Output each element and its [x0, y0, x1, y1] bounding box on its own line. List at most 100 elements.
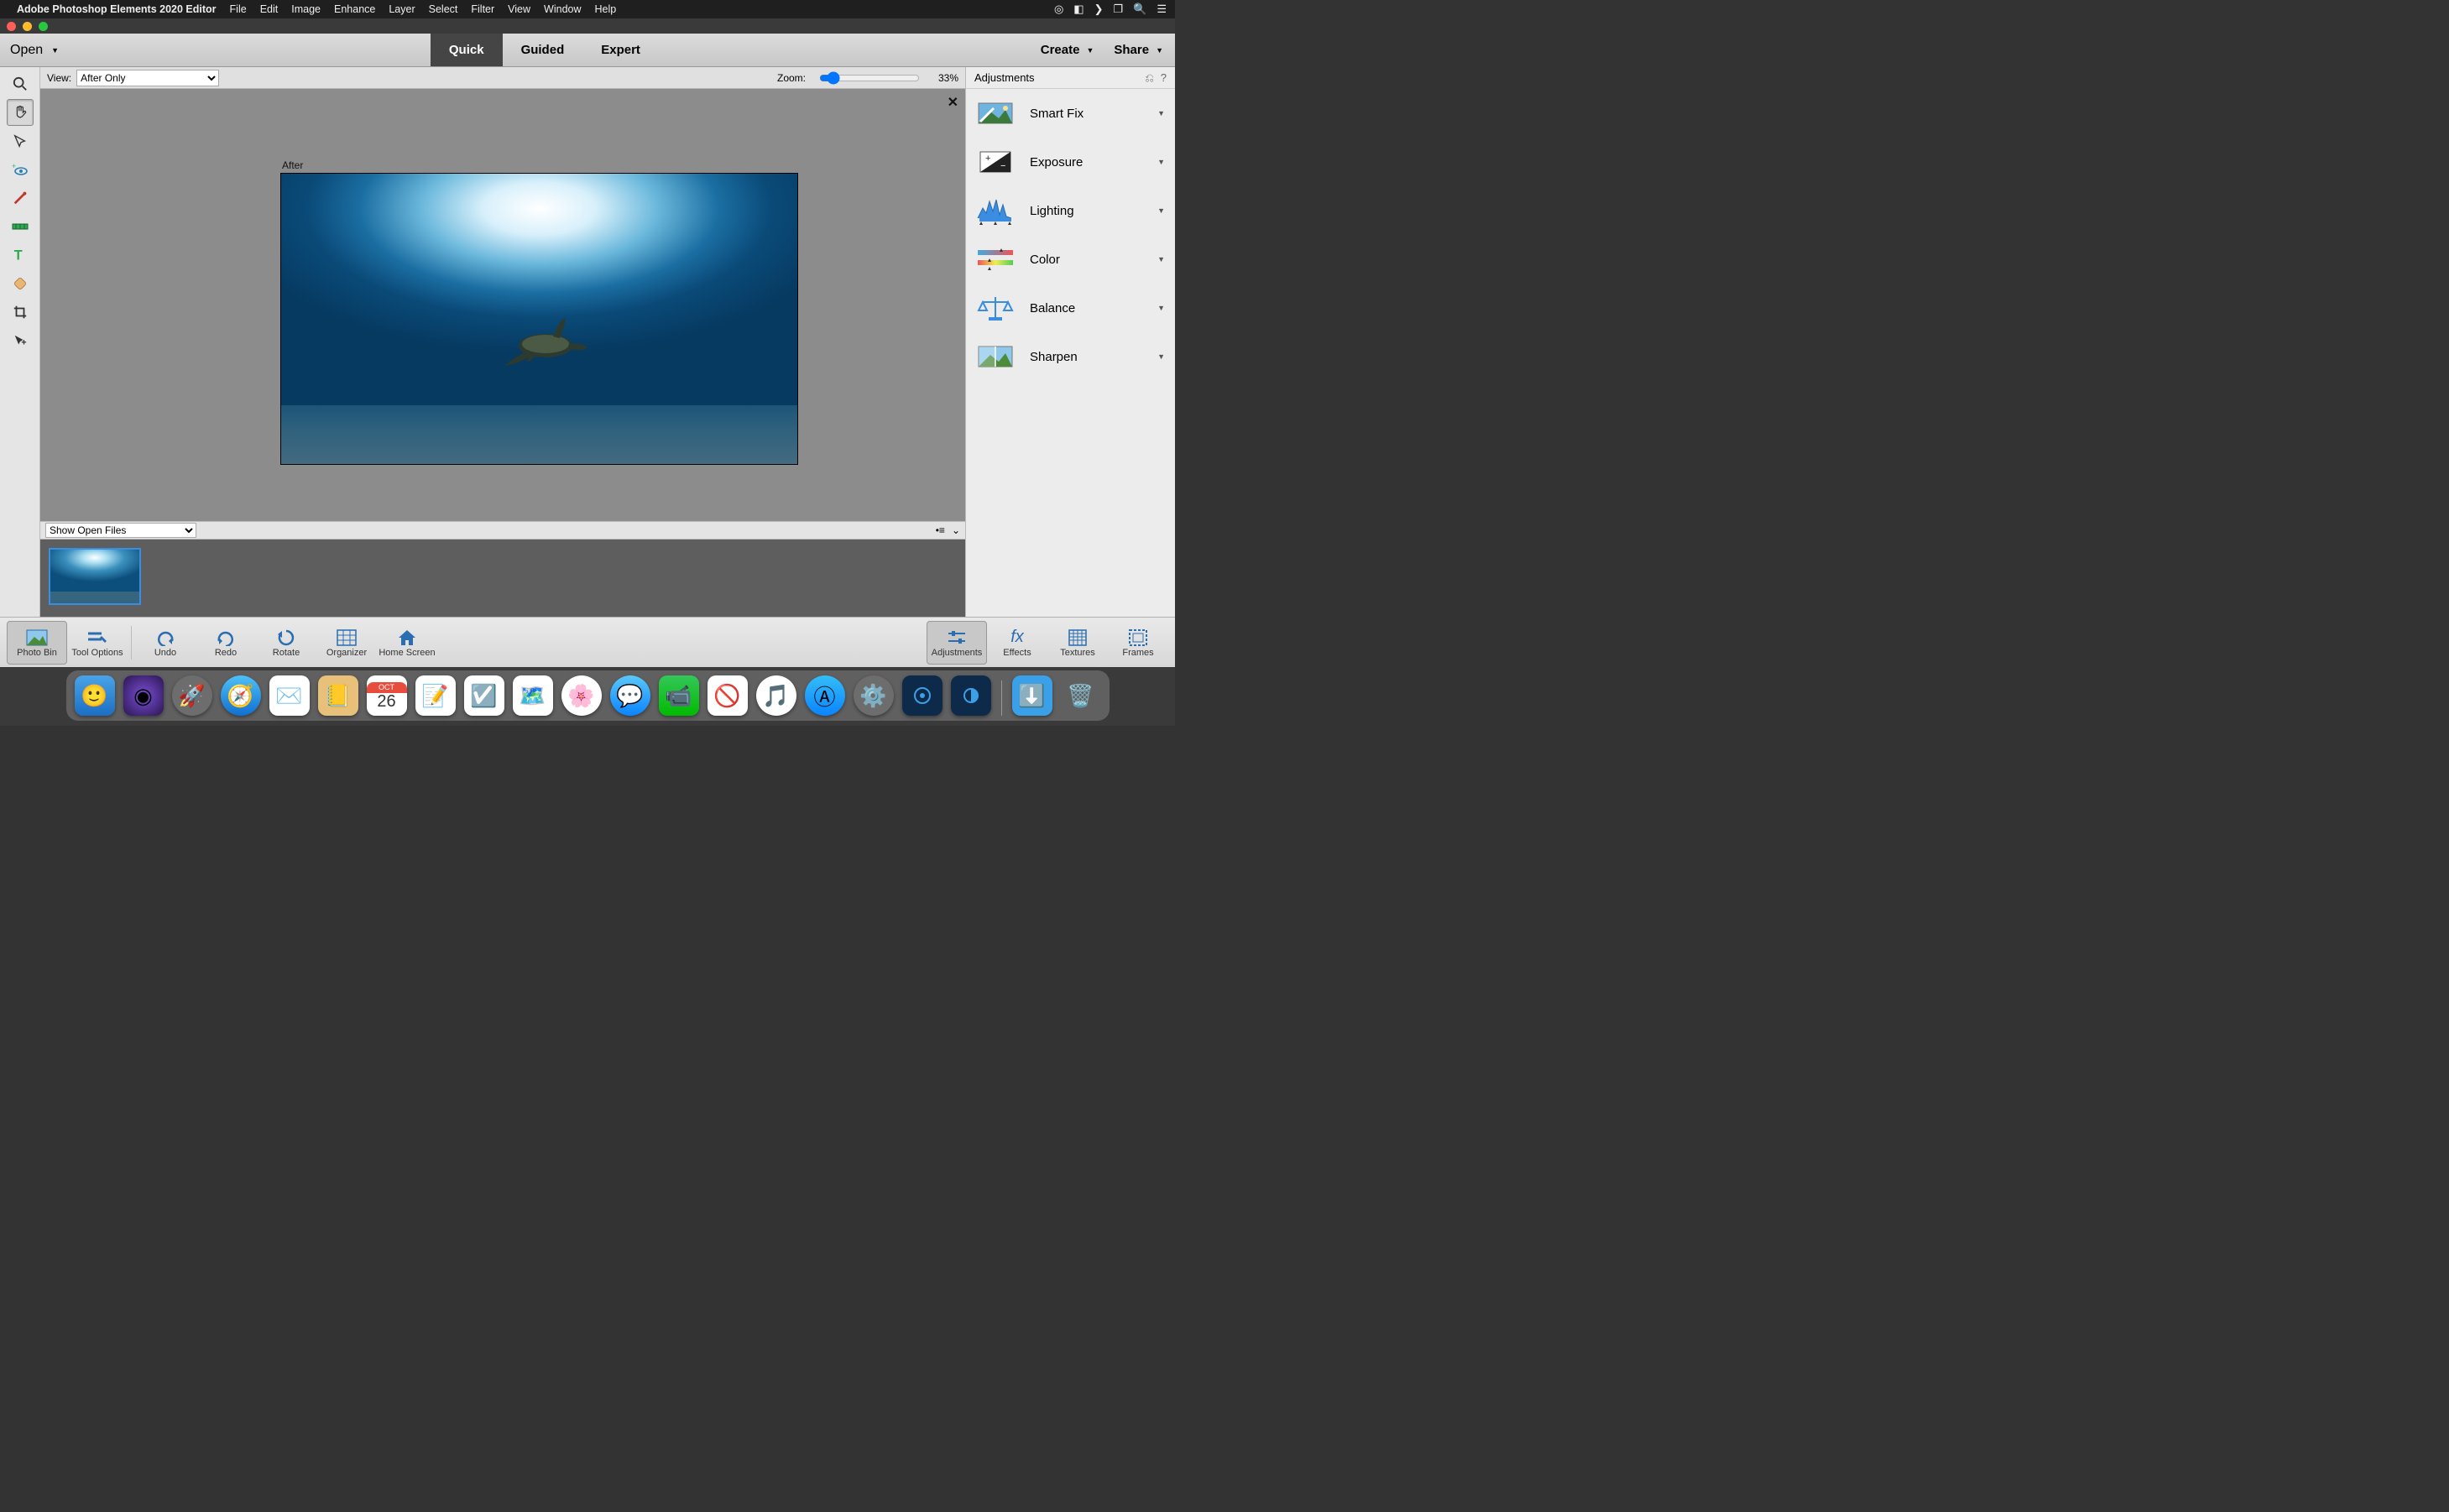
- crop-tool[interactable]: [7, 299, 34, 326]
- menu-enhance[interactable]: Enhance: [334, 3, 375, 15]
- pse-editor-app-icon[interactable]: [951, 675, 991, 716]
- menu-layer[interactable]: Layer: [389, 3, 415, 15]
- adj-lighting[interactable]: Lighting ▼: [966, 186, 1175, 235]
- adjustments-button[interactable]: Adjustments: [927, 621, 987, 665]
- photos-app-icon[interactable]: 🌸: [561, 675, 602, 716]
- launchpad-app-icon[interactable]: 🚀: [172, 675, 212, 716]
- rotate-button[interactable]: Rotate: [256, 621, 316, 665]
- notification-icon[interactable]: ◧: [1073, 3, 1084, 16]
- organizer-button[interactable]: Organizer: [316, 621, 377, 665]
- share-button[interactable]: Share ▼: [1114, 43, 1163, 57]
- music-app-icon[interactable]: 🎵: [756, 675, 796, 716]
- downloads-stack-icon[interactable]: ⬇️: [1012, 675, 1052, 716]
- close-document-button[interactable]: ✕: [948, 94, 958, 111]
- create-button[interactable]: Create ▼: [1041, 43, 1094, 57]
- siri-app-icon[interactable]: ◉: [123, 675, 164, 716]
- pse-organizer-app-icon[interactable]: [902, 675, 943, 716]
- tab-quick[interactable]: Quick: [431, 34, 503, 66]
- open-button[interactable]: Open ▼: [0, 43, 69, 58]
- menu-window[interactable]: Window: [544, 3, 581, 15]
- reset-icon[interactable]: ⎌: [1145, 71, 1153, 85]
- photo-bin-button[interactable]: Photo Bin: [7, 621, 67, 665]
- displays-icon[interactable]: ❐: [1114, 3, 1124, 16]
- control-center-icon[interactable]: ☰: [1157, 3, 1167, 16]
- tool-options-button[interactable]: Tool Options: [67, 621, 128, 665]
- quick-select-tool[interactable]: [7, 128, 34, 154]
- image-content: [281, 405, 797, 464]
- maps-app-icon[interactable]: 🗺️: [513, 675, 553, 716]
- dropdown-caret-icon: ▼: [1156, 46, 1163, 55]
- safari-app-icon[interactable]: 🧭: [221, 675, 261, 716]
- notes-app-icon[interactable]: 📝: [415, 675, 456, 716]
- textures-button[interactable]: Textures: [1047, 621, 1108, 665]
- window-minimize-button[interactable]: [23, 22, 32, 31]
- image-subject-icon: [491, 316, 608, 367]
- chevron-down-icon: ▼: [1157, 304, 1165, 312]
- zoom-slider[interactable]: [819, 71, 920, 85]
- bin-filter-select[interactable]: Show Open Files: [45, 523, 196, 538]
- menu-image[interactable]: Image: [291, 3, 321, 15]
- effects-button[interactable]: fx Effects: [987, 621, 1047, 665]
- bin-options-icon[interactable]: •≡: [936, 524, 945, 536]
- whiten-teeth-tool[interactable]: [7, 185, 34, 211]
- lighting-icon: [976, 195, 1015, 227]
- mail-app-icon[interactable]: ✉️: [269, 675, 310, 716]
- menu-select[interactable]: Select: [429, 3, 458, 15]
- menu-filter[interactable]: Filter: [471, 3, 494, 15]
- adj-balance[interactable]: Balance ▼: [966, 284, 1175, 332]
- adj-color[interactable]: Color ▼: [966, 235, 1175, 284]
- move-tool[interactable]: [7, 327, 34, 354]
- menu-file[interactable]: File: [230, 3, 247, 15]
- reminders-app-icon[interactable]: ☑️: [464, 675, 504, 716]
- window-close-button[interactable]: [7, 22, 16, 31]
- home-icon: [397, 628, 417, 648]
- adj-smart-fix[interactable]: Smart Fix ▼: [966, 89, 1175, 138]
- open-label: Open: [10, 43, 43, 58]
- adjustments-header: Adjustments ⎌ ?: [966, 67, 1175, 89]
- hand-tool[interactable]: [7, 99, 34, 126]
- photo-thumbnail[interactable]: [49, 548, 141, 605]
- home-screen-button[interactable]: Home Screen: [377, 621, 437, 665]
- redo-button[interactable]: Redo: [196, 621, 256, 665]
- news-app-icon[interactable]: 🚫: [708, 675, 748, 716]
- cc-status-icon[interactable]: ◎: [1054, 3, 1063, 16]
- tab-guided[interactable]: Guided: [503, 34, 583, 66]
- contacts-app-icon[interactable]: 📒: [318, 675, 358, 716]
- view-bar: View: After Only Zoom: 33%: [40, 67, 965, 89]
- bluetooth-icon[interactable]: ❯: [1094, 3, 1104, 16]
- settings-app-icon[interactable]: ⚙️: [854, 675, 894, 716]
- spot-heal-tool[interactable]: [7, 270, 34, 297]
- view-label: View:: [47, 72, 71, 84]
- straighten-tool[interactable]: [7, 213, 34, 240]
- document-canvas[interactable]: [280, 173, 798, 465]
- menu-edit[interactable]: Edit: [260, 3, 279, 15]
- menu-view[interactable]: View: [508, 3, 530, 15]
- messages-app-icon[interactable]: 💬: [610, 675, 650, 716]
- finder-app-icon[interactable]: 🙂: [75, 675, 115, 716]
- window-zoom-button[interactable]: [39, 22, 48, 31]
- view-select[interactable]: After Only: [76, 70, 219, 86]
- zoom-tool[interactable]: [7, 70, 34, 97]
- adj-sharpen[interactable]: Sharpen ▼: [966, 332, 1175, 381]
- color-icon: [976, 243, 1015, 275]
- chevron-down-icon: ▼: [1157, 255, 1165, 263]
- appstore-app-icon[interactable]: Ⓐ: [805, 675, 845, 716]
- calendar-app-icon[interactable]: OCT 26: [367, 675, 407, 716]
- eye-tool[interactable]: +: [7, 156, 34, 183]
- type-tool[interactable]: T: [7, 242, 34, 269]
- tab-expert[interactable]: Expert: [582, 34, 659, 66]
- chevron-down-icon: ▼: [1157, 109, 1165, 117]
- app-toolbar: Open ▼ Quick Guided Expert Create ▼ Shar…: [0, 34, 1175, 67]
- frames-button[interactable]: Frames: [1108, 621, 1168, 665]
- undo-button[interactable]: Undo: [135, 621, 196, 665]
- menu-help[interactable]: Help: [595, 3, 617, 15]
- help-icon[interactable]: ?: [1161, 71, 1167, 84]
- facetime-app-icon[interactable]: 📹: [659, 675, 699, 716]
- fx-icon: fx: [1010, 628, 1024, 648]
- bin-collapse-icon[interactable]: ⌄: [952, 524, 960, 536]
- adj-exposure[interactable]: +− Exposure ▼: [966, 138, 1175, 186]
- spotlight-icon[interactable]: 🔍: [1133, 3, 1146, 16]
- trash-icon[interactable]: 🗑️: [1061, 675, 1101, 716]
- canvas-area[interactable]: ✕ After: [40, 89, 965, 521]
- exposure-icon: +−: [976, 146, 1015, 178]
